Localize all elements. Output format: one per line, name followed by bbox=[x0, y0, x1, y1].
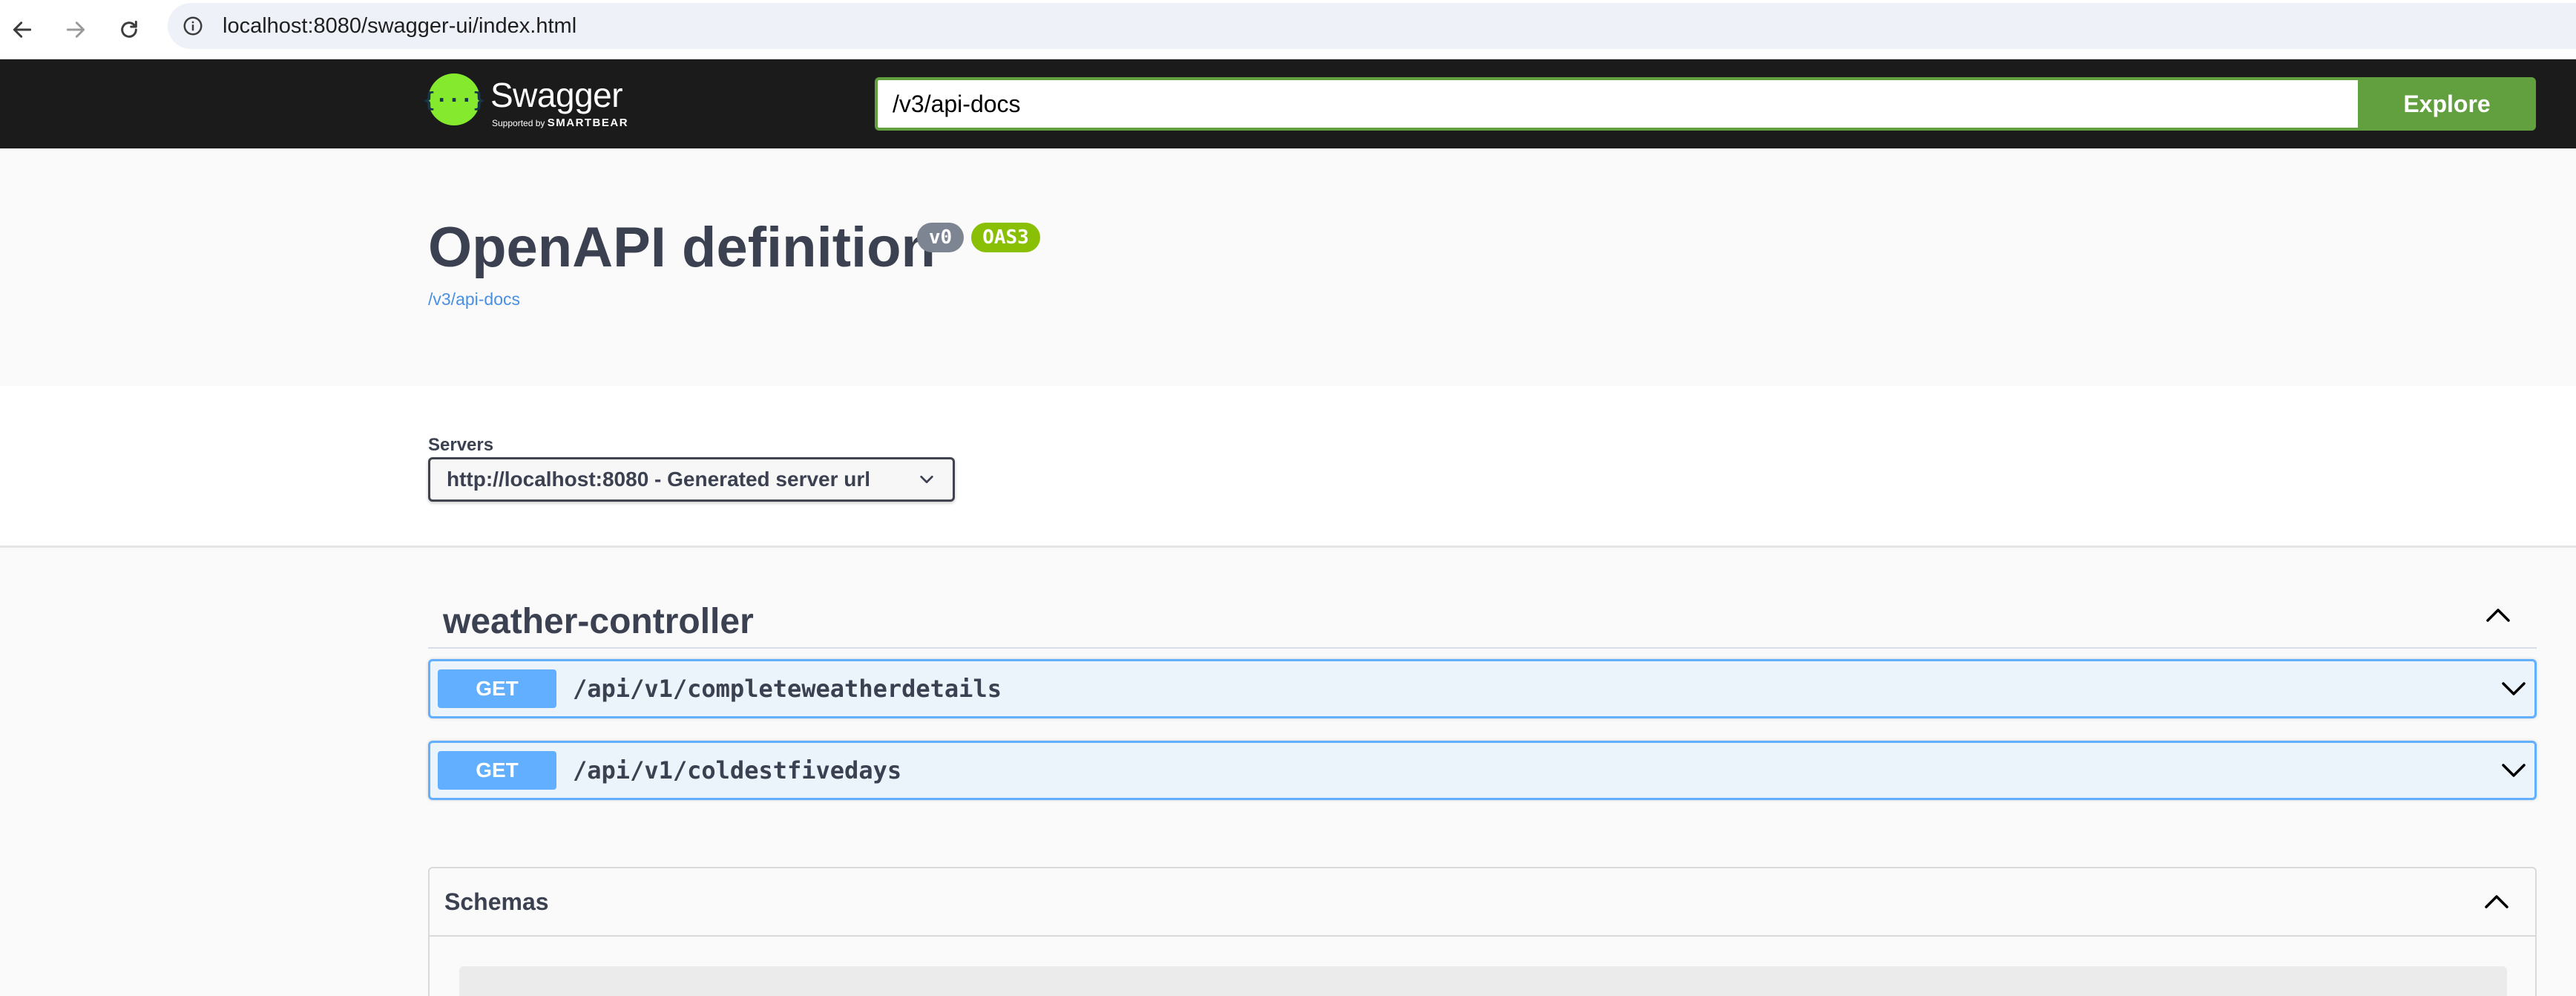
oas-badge: OAS3 bbox=[971, 223, 1040, 252]
page-title: OpenAPI definition bbox=[428, 216, 936, 279]
method-badge: GET bbox=[438, 751, 556, 790]
reload-button[interactable] bbox=[108, 9, 150, 50]
browser-toolbar: localhost:8080/swagger-ui/index.html bbox=[0, 0, 2576, 59]
logo-title: Swagger bbox=[490, 76, 623, 114]
tag-section-header[interactable]: weather-controller bbox=[428, 585, 2537, 649]
version-badge: v0 bbox=[917, 223, 964, 252]
operation-path: /api/v1/coldestfivedays bbox=[573, 756, 902, 784]
schemas-title: Schemas bbox=[444, 888, 549, 915]
arrow-left-icon bbox=[13, 22, 32, 38]
chevron-up-icon[interactable] bbox=[2482, 891, 2511, 913]
reload-icon bbox=[121, 20, 137, 38]
chevron-down-icon bbox=[920, 475, 933, 484]
swagger-logo[interactable]: {···} Swagger Supported by SMARTBEAR bbox=[423, 73, 651, 134]
operation-get-completeweatherdetails[interactable]: GET /api/v1/completeweatherdetails bbox=[428, 659, 2537, 718]
url-text[interactable]: localhost:8080/swagger-ui/index.html bbox=[223, 3, 576, 49]
spec-link[interactable]: /v3/api-docs bbox=[428, 289, 520, 309]
servers-selected-value: http://localhost:8080 - Generated server… bbox=[447, 468, 871, 491]
tag-name: weather-controller bbox=[443, 602, 754, 641]
schema-model[interactable] bbox=[459, 966, 2507, 996]
spec-url-input[interactable] bbox=[875, 77, 2358, 131]
servers-select[interactable]: http://localhost:8080 - Generated server… bbox=[428, 457, 955, 502]
chevron-down-icon[interactable] bbox=[2499, 678, 2529, 700]
operations-area: weather-controller GET /api/v1/completew… bbox=[0, 548, 2576, 996]
schemas-header[interactable]: Schemas bbox=[430, 868, 2535, 937]
arrow-right-icon bbox=[66, 22, 85, 38]
back-button[interactable] bbox=[1, 9, 43, 50]
swagger-logo-icon: {···} bbox=[423, 73, 485, 125]
forward-button[interactable] bbox=[55, 9, 96, 50]
schemas-section: Schemas bbox=[428, 867, 2537, 996]
logo-subtitle: Supported by SMARTBEAR bbox=[492, 117, 629, 129]
servers-label: Servers bbox=[428, 435, 494, 455]
operation-get-coldestfivedays[interactable]: GET /api/v1/coldestfivedays bbox=[428, 741, 2537, 800]
chevron-down-icon[interactable] bbox=[2499, 759, 2529, 782]
explore-button[interactable]: Explore bbox=[2358, 77, 2536, 131]
swagger-topbar: {···} Swagger Supported by SMARTBEAR Exp… bbox=[0, 59, 2576, 148]
method-badge: GET bbox=[438, 669, 556, 708]
servers-section: Servers http://localhost:8080 - Generate… bbox=[0, 386, 2576, 548]
site-info-icon[interactable] bbox=[178, 11, 208, 41]
info-section: OpenAPI definition v0 OAS3 /v3/api-docs bbox=[0, 148, 2576, 386]
chevron-up-icon[interactable] bbox=[2483, 604, 2513, 626]
operation-path: /api/v1/completeweatherdetails bbox=[573, 675, 1002, 703]
address-bar[interactable]: localhost:8080/swagger-ui/index.html bbox=[168, 3, 2576, 49]
